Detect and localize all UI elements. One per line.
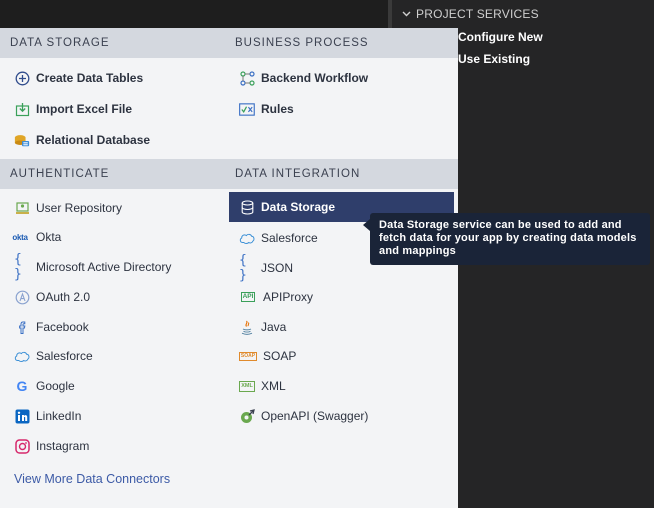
menu-item-salesforce[interactable]: Salesforce (239, 225, 318, 251)
chevron-down-icon (402, 9, 416, 20)
database-icon (239, 199, 255, 215)
import-file-icon (14, 101, 30, 117)
openapi-icon (239, 408, 255, 424)
configure-new-link[interactable]: Configure New (458, 30, 543, 44)
java-icon (239, 319, 255, 335)
section-title-authenticate: AUTHENTICATE (10, 168, 110, 180)
menu-item-oauth-2[interactable]: OAuth 2.0 (14, 284, 90, 310)
menu-item-label: Salesforce (36, 349, 93, 363)
plus-circle-icon (14, 70, 30, 86)
menu-item-label: APIProxy (263, 290, 314, 304)
rules-icon (239, 101, 255, 117)
brace-icon: { } (14, 252, 22, 282)
data-storage-tooltip: Data Storage service can be used to add … (363, 213, 650, 265)
menu-item-microsoft-active-directory[interactable]: { } Microsoft Active Directory (14, 252, 172, 282)
workflow-icon (239, 70, 255, 86)
menu-item-label: Okta (36, 230, 62, 244)
menu-item-label: Instagram (36, 439, 90, 453)
linkedin-icon (14, 408, 30, 424)
salesforce-icon (14, 348, 30, 364)
menu-item-label: Facebook (36, 320, 89, 334)
menu-item-label: Microsoft Active Directory (36, 260, 172, 274)
menu-item-soap[interactable]: SOAP SOAP (238, 343, 297, 369)
menu-item-label: Salesforce (261, 231, 318, 245)
menu-item-java[interactable]: Java (239, 314, 286, 340)
api-icon: API (240, 292, 256, 302)
menu-item-label: Rules (261, 102, 294, 116)
menu-item-relational-database[interactable]: Relational Database (14, 127, 150, 153)
menu-item-label: Data Storage (261, 200, 336, 214)
menu-item-okta[interactable]: okta Okta (10, 224, 61, 250)
menu-item-create-data-tables[interactable]: Create Data Tables (14, 65, 143, 91)
section-title-business-process: BUSINESS PROCESS (235, 37, 369, 49)
menu-item-label: XML (261, 379, 286, 393)
menu-item-label: OAuth 2.0 (36, 290, 91, 304)
menu-item-label: SOAP (263, 349, 297, 363)
section-title-data-integration: DATA INTEGRATION (235, 168, 361, 180)
section-title-data-storage: DATA STORAGE (10, 37, 110, 49)
instagram-icon (14, 438, 30, 454)
menu-item-apiproxy[interactable]: API APIProxy (239, 284, 313, 310)
section-header-row-1: DATA STORAGE BUSINESS PROCESS (0, 28, 458, 58)
menu-item-facebook[interactable]: Facebook (14, 314, 89, 340)
menu-item-label: Relational Database (36, 133, 151, 147)
use-existing-link[interactable]: Use Existing (458, 52, 530, 66)
menu-item-instagram[interactable]: Instagram (14, 433, 89, 459)
menu-item-label: Google (36, 379, 75, 393)
brace-icon: { } (239, 253, 247, 283)
menu-item-label: Import Excel File (36, 102, 133, 116)
tooltip-text: Data Storage service can be used to add … (379, 219, 637, 257)
menu-item-xml[interactable]: XML XML (239, 373, 286, 399)
view-more-data-connectors-link[interactable]: View More Data Connectors (14, 472, 170, 486)
top-bar (0, 0, 390, 28)
service-dropdown-menu: DATA STORAGE BUSINESS PROCESS Create Dat… (0, 28, 458, 508)
menu-item-label: Create Data Tables (36, 71, 144, 85)
project-services-header[interactable]: PROJECT SERVICES (402, 6, 539, 22)
user-repository-icon (14, 200, 30, 216)
menu-item-label: OpenAPI (Swagger) (261, 409, 369, 423)
menu-item-label: JSON (261, 261, 294, 275)
section-header-row-2: AUTHENTICATE DATA INTEGRATION (0, 159, 458, 189)
soap-icon: SOAP (238, 351, 258, 361)
menu-item-user-repository[interactable]: User Repository (14, 195, 122, 221)
menu-item-json[interactable]: { } JSON (239, 253, 294, 283)
xml-icon: XML (239, 378, 255, 394)
oauth-icon (14, 289, 30, 305)
menu-item-label: Java (261, 320, 287, 334)
tooltip-arrow (363, 219, 370, 231)
relational-database-icon (14, 132, 30, 148)
menu-item-label: LinkedIn (36, 409, 82, 423)
menu-item-google[interactable]: G Google (14, 373, 75, 399)
menu-item-label: User Repository (36, 201, 123, 215)
project-services-title: PROJECT SERVICES (416, 7, 539, 21)
menu-item-label: Backend Workflow (261, 71, 369, 85)
menu-item-import-excel-file[interactable]: Import Excel File (14, 96, 132, 122)
menu-item-salesforce-auth[interactable]: Salesforce (14, 343, 93, 369)
menu-item-openapi-swagger[interactable]: OpenAPI (Swagger) (239, 403, 368, 429)
facebook-icon (14, 319, 30, 335)
salesforce-icon (239, 230, 255, 246)
google-icon: G (16, 378, 28, 394)
menu-item-rules[interactable]: Rules (239, 96, 294, 122)
menu-item-linkedin[interactable]: LinkedIn (14, 403, 81, 429)
menu-item-backend-workflow[interactable]: Backend Workflow (239, 65, 368, 91)
okta-icon: okta (12, 232, 28, 242)
